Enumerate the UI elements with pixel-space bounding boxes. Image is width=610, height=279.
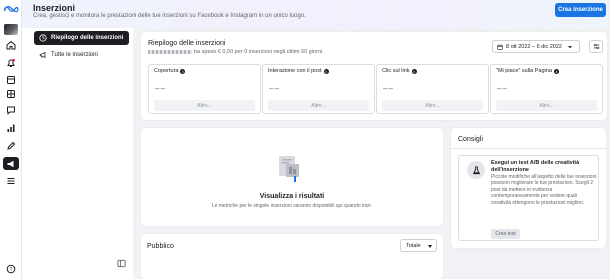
summary-card: Riepilogo delle inserzioni ha speso € 0,…	[141, 32, 607, 120]
tips-title: Consigli	[458, 136, 483, 143]
megaphone-icon	[38, 51, 47, 60]
results-title: Visualizza i risultati	[259, 193, 325, 200]
metric-value: ––	[497, 84, 508, 93]
help-icon[interactable]: ?	[6, 264, 16, 274]
date-range-picker[interactable]: 8 ott 2022 – 6 dic 2022	[492, 40, 580, 53]
metric-more-button[interactable]: Altro...	[496, 100, 597, 111]
avatar[interactable]	[4, 24, 18, 35]
info-icon[interactable]: i	[411, 68, 417, 74]
audience-select-value: Totale	[406, 242, 421, 249]
pages-icon[interactable]	[6, 75, 16, 85]
metric-card-link-clicks: Clic sul link i –– Altro...	[376, 64, 489, 114]
divider	[451, 148, 606, 149]
meta-logo[interactable]	[3, 5, 19, 13]
inbox-icon[interactable]	[6, 89, 16, 99]
metric-label: "Mi piace" sulla Pagina i	[496, 68, 559, 74]
nav-item-overview[interactable]: Riepilogo delle inserzioni	[34, 31, 129, 45]
empty-results-illustration	[279, 156, 299, 182]
page-title: Inserzioni	[33, 3, 76, 13]
metric-value: ––	[155, 84, 166, 93]
metric-more-button[interactable]: Altro...	[154, 100, 255, 111]
summary-text: ha speso € 0,00 per 0 inserzioni negli u…	[194, 49, 324, 55]
audience-card: Pubblico Totale	[141, 234, 443, 279]
metric-card-engagement: Interazione con il post i –– Altro...	[262, 64, 375, 114]
calendar-icon	[497, 44, 503, 50]
nav-item-all-ads[interactable]: Tutte le inserzioni	[34, 48, 129, 62]
metric-value: ––	[383, 84, 394, 93]
metric-more-button[interactable]: Altro...	[382, 100, 483, 111]
audience-select[interactable]: Totale	[400, 239, 437, 252]
metric-label: Clic sul link i	[382, 68, 417, 74]
results-card: Visualizza i risultati Le metriche per l…	[141, 128, 443, 226]
flask-icon	[467, 161, 485, 179]
icon-rail: ?	[0, 0, 22, 279]
info-icon[interactable]: i	[323, 68, 329, 74]
results-description: Le metriche per le singole inserzioni sa…	[211, 203, 373, 209]
metric-more-button[interactable]: Altro...	[268, 100, 369, 111]
nav-item-label: Riepilogo delle inserzioni	[51, 35, 124, 41]
chevron-down-icon	[428, 245, 432, 248]
metric-value: ––	[269, 84, 280, 93]
tip-title: Esegui un test A/B delle creatività dell…	[491, 160, 580, 173]
summary-description: ha speso € 0,00 per 0 inserzioni negli u…	[148, 49, 324, 55]
ads-sidebar: Riepilogo delle inserzioni Tutte le inse…	[22, 28, 133, 279]
metric-label: Copertura i	[154, 68, 186, 74]
create-ad-button[interactable]: Crea inserzione	[555, 3, 606, 17]
insights-icon[interactable]	[6, 123, 16, 133]
info-icon[interactable]: i	[553, 68, 559, 74]
tip-body: Piccole modifiche all'aspetto delle tue …	[491, 174, 597, 206]
tip-item: Esegui un test A/B delle creatività dell…	[458, 155, 599, 241]
info-icon[interactable]: i	[180, 68, 186, 74]
chevron-down-icon	[567, 46, 573, 49]
create-test-button[interactable]: Crea test	[491, 229, 520, 239]
page-subtitle: Crea, gestisci e monitora le prestazioni…	[33, 13, 306, 19]
audience-title: Pubblico	[147, 243, 174, 250]
svg-text:?: ?	[10, 267, 13, 273]
home-icon[interactable]	[6, 40, 16, 50]
page-header: Inserzioni Crea, gestisci e monitora le …	[22, 0, 610, 28]
filter-icon	[593, 43, 599, 50]
summary-title: Riepilogo delle inserzioni	[148, 40, 226, 47]
date-range-label: 8 ott 2022 – 6 dic 2022	[506, 43, 562, 50]
redacted-account-name	[148, 50, 192, 54]
nav-item-label: Tutte le inserzioni	[51, 52, 98, 58]
metric-label: Interazione con il post i	[268, 68, 329, 74]
collapse-panel-icon[interactable]	[117, 259, 126, 268]
edit-icon[interactable]	[6, 141, 16, 151]
ads-icon[interactable]	[3, 157, 19, 170]
metric-card-reach: Copertura i –– Altro...	[148, 64, 261, 114]
filter-button[interactable]	[589, 40, 603, 53]
tips-card: Consigli Esegui un test A/B delle creati…	[451, 128, 606, 248]
metric-card-page-likes: "Mi piace" sulla Pagina i –– Altro...	[490, 64, 603, 114]
bell-icon[interactable]	[6, 58, 16, 68]
overview-icon	[38, 34, 47, 43]
messages-icon[interactable]	[6, 105, 16, 115]
menu-icon[interactable]	[6, 176, 16, 186]
